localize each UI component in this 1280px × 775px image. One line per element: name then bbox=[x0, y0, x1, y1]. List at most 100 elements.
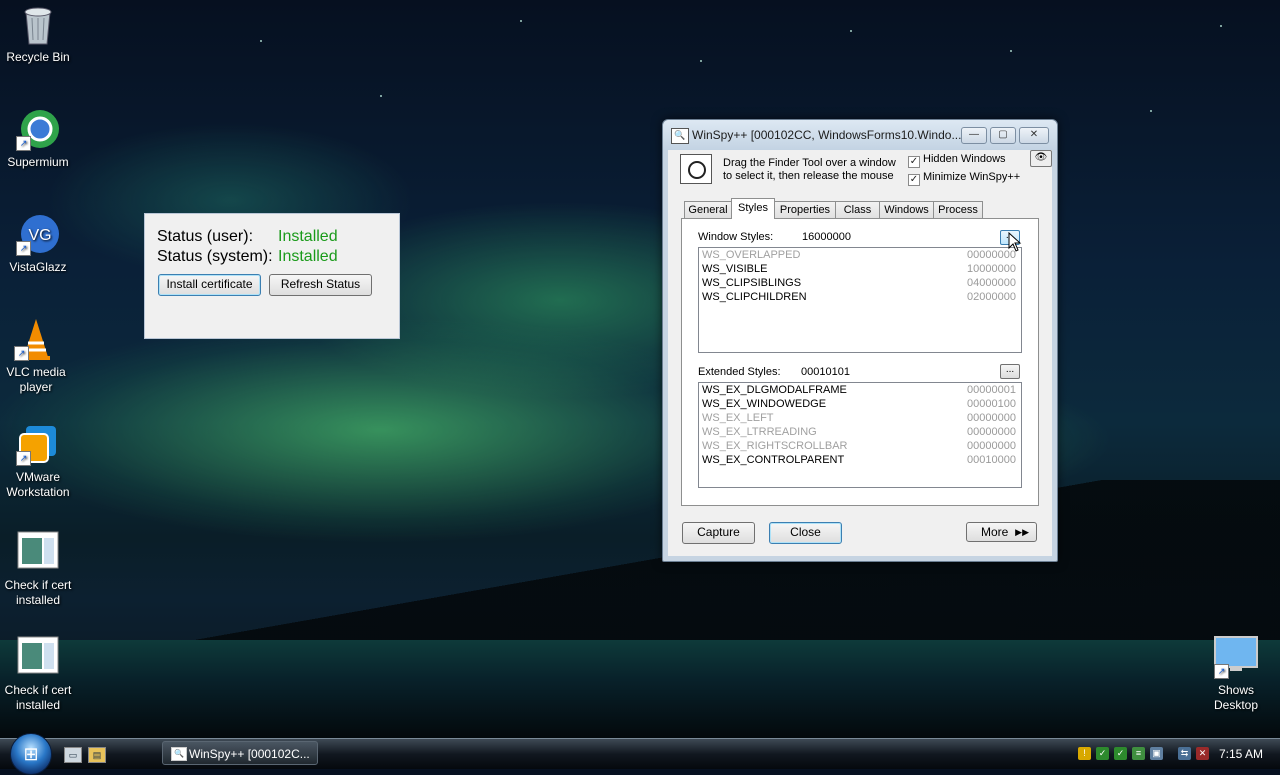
minimize-winspy-label: Minimize WinSpy++ bbox=[923, 171, 1021, 183]
shortcut-arrow-icon: ↗ bbox=[16, 451, 31, 466]
style-name: WS_VISIBLE bbox=[702, 263, 768, 275]
capture-button[interactable]: Capture bbox=[682, 522, 755, 544]
network-status-icon[interactable]: ✓ bbox=[1114, 747, 1127, 760]
volume-muted-icon[interactable]: ✕ bbox=[1196, 747, 1209, 760]
show-desktop-icon: ↗ bbox=[1214, 635, 1258, 679]
hidden-windows-label: Hidden Windows bbox=[923, 153, 1006, 165]
maximize-button[interactable]: ▢ bbox=[990, 127, 1016, 144]
system-status-row: Status (system): Installed bbox=[157, 248, 338, 266]
style-list-item[interactable]: WS_CLIPSIBLINGS 04000000 bbox=[699, 276, 1021, 290]
style-list-item[interactable]: WS_CLIPCHILDREN 02000000 bbox=[699, 290, 1021, 304]
tab-process[interactable]: Process bbox=[933, 201, 983, 218]
extended-styles-edit-button[interactable]: ... bbox=[1000, 364, 1020, 379]
minimize-winspy-checkbox[interactable]: ✓ Minimize WinSpy++ bbox=[908, 171, 1020, 186]
taskbar-button-label: WinSpy++ [000102C... bbox=[189, 747, 310, 761]
wallpaper-star bbox=[1220, 25, 1222, 27]
user-status-row: Status (user): Installed bbox=[157, 228, 338, 246]
style-list-item[interactable]: WS_EX_LTRREADING 00000000 bbox=[699, 425, 1021, 439]
desktop-icon-label: VMware Workstation bbox=[6, 470, 70, 499]
style-list-item[interactable]: WS_EX_LEFT 00000000 bbox=[699, 411, 1021, 425]
device-icon[interactable]: ▣ bbox=[1150, 747, 1163, 760]
shortcut-arrow-icon: ↗ bbox=[16, 136, 31, 151]
winspy-app-icon: 🔍 bbox=[671, 128, 689, 144]
taskbar: ⊞ ▭ ▤ 🔍 WinSpy++ [000102C... ! ✓ ✓ ≡ ▣ ⇆… bbox=[0, 733, 1280, 775]
desktop-icon-label: Check if cert installed bbox=[4, 683, 72, 712]
shortcut-arrow-icon: ↗ bbox=[1214, 664, 1229, 679]
desktop-icon-check-cert[interactable]: Check if cert installed bbox=[0, 635, 76, 713]
extended-styles-label: Extended Styles: bbox=[698, 366, 781, 378]
eye-icon[interactable]: 👁 bbox=[1030, 150, 1052, 167]
tab-styles[interactable]: Styles bbox=[731, 198, 775, 219]
wallpaper-star bbox=[260, 40, 262, 42]
desktop-icon-supermium[interactable]: ↗ Supermium bbox=[0, 107, 76, 170]
style-list-item[interactable]: WS_EX_RIGHTSCROLLBAR 00000000 bbox=[699, 439, 1021, 453]
security-shield-icon[interactable]: ! bbox=[1078, 747, 1091, 760]
tab-class[interactable]: Class bbox=[835, 201, 880, 218]
style-code: 00000000 bbox=[967, 412, 1016, 424]
desktop-icon-check-cert[interactable]: Check if cert installed bbox=[0, 530, 76, 608]
style-name: WS_EX_DLGMODALFRAME bbox=[702, 384, 847, 396]
taskbar-button-winspy[interactable]: 🔍 WinSpy++ [000102C... bbox=[162, 741, 318, 765]
minimize-button[interactable]: — bbox=[961, 127, 987, 144]
style-code: 04000000 bbox=[967, 277, 1016, 289]
double-chevron-right-icon: ▶▶ bbox=[1015, 527, 1029, 537]
close-window-button[interactable]: ✕ bbox=[1019, 127, 1049, 144]
system-status-label: Status (system): bbox=[157, 248, 273, 265]
desktop-icon-label: VistaGlazz bbox=[9, 260, 67, 274]
system-status-value: Installed bbox=[278, 248, 338, 265]
desktop-icon-vlc[interactable]: ↗ VLC media player bbox=[0, 317, 72, 395]
winspy-app-icon: 🔍 bbox=[171, 747, 187, 761]
network-icon[interactable]: ⇆ bbox=[1178, 747, 1191, 760]
show-desktop-quicklaunch-icon[interactable]: ▭ bbox=[64, 747, 82, 763]
update-icon[interactable]: ✓ bbox=[1096, 747, 1109, 760]
style-list-item[interactable]: WS_VISIBLE 10000000 bbox=[699, 262, 1021, 276]
style-name: WS_OVERLAPPED bbox=[702, 249, 801, 261]
finder-tool-icon[interactable] bbox=[680, 154, 712, 184]
hidden-windows-checkbox[interactable]: ✓ Hidden Windows bbox=[908, 153, 1006, 168]
title-bar[interactable]: 🔍 WinSpy++ [000102CC, WindowsForms10.Win… bbox=[663, 120, 1057, 150]
desktop-icon-shows-desktop[interactable]: ↗ Shows Desktop bbox=[1198, 635, 1274, 713]
start-button[interactable]: ⊞ bbox=[10, 733, 52, 775]
tab-properties[interactable]: Properties bbox=[774, 201, 836, 218]
window-styles-label: Window Styles: bbox=[698, 231, 774, 243]
refresh-status-button[interactable]: Refresh Status bbox=[269, 274, 372, 296]
desktop-icon-vistaglazz[interactable]: VG ↗ VistaGlazz bbox=[0, 212, 76, 275]
style-name: WS_EX_WINDOWEDGE bbox=[702, 398, 827, 410]
more-button[interactable]: More ▶▶ bbox=[966, 522, 1037, 542]
styles-tab-panel: Window Styles: 16000000 ... WS_OVERLAPPE… bbox=[681, 218, 1039, 506]
style-list-item[interactable]: WS_OVERLAPPED 00000000 bbox=[699, 248, 1021, 262]
style-list-item[interactable]: WS_EX_DLGMODALFRAME 00000001 bbox=[699, 383, 1021, 397]
sync-icon[interactable]: ≡ bbox=[1132, 747, 1145, 760]
supermium-icon: ↗ bbox=[16, 107, 60, 151]
extended-styles-list[interactable]: WS_EX_DLGMODALFRAME 00000001 WS_EX_WINDOWE… bbox=[698, 382, 1022, 488]
cert-status-window: Status (user): Installed Status (system):… bbox=[144, 213, 400, 339]
window-styles-list[interactable]: WS_OVERLAPPED 00000000 WS_VISIBLE 10000000 W… bbox=[698, 247, 1022, 353]
taskbar-clock[interactable]: 7:15 AM bbox=[1219, 739, 1263, 769]
desktop-icon-label: Recycle Bin bbox=[6, 50, 70, 64]
checkbox-check-icon: ✓ bbox=[908, 156, 920, 168]
style-code: 02000000 bbox=[967, 291, 1016, 303]
svg-text:VG: VG bbox=[28, 227, 51, 244]
window-title: WinSpy++ [000102CC, WindowsForms10.Windo… bbox=[692, 128, 962, 142]
vmware-icon: ↗ bbox=[16, 422, 60, 466]
style-list-item[interactable]: WS_EX_CONTROLPARENT 00010000 bbox=[699, 453, 1021, 467]
more-button-label: More bbox=[981, 525, 1009, 539]
explorer-quicklaunch-icon[interactable]: ▤ bbox=[88, 747, 106, 763]
desktop-icon-recycle-bin[interactable]: Recycle Bin bbox=[0, 2, 76, 65]
tab-windows[interactable]: Windows bbox=[879, 201, 934, 218]
style-code: 00000000 bbox=[967, 426, 1016, 438]
install-certificate-button[interactable]: Install certificate bbox=[158, 274, 261, 296]
style-code: 10000000 bbox=[967, 263, 1016, 275]
style-list-item[interactable]: WS_EX_WINDOWEDGE 00000100 bbox=[699, 397, 1021, 411]
desktop-icon-vmware[interactable]: ↗ VMware Workstation bbox=[0, 422, 76, 500]
vlc-icon: ↗ bbox=[14, 317, 58, 361]
tab-general[interactable]: General bbox=[684, 201, 732, 218]
close-button[interactable]: Close bbox=[769, 522, 842, 544]
finder-instructions: Drag the Finder Tool over a window to se… bbox=[723, 157, 896, 182]
wallpaper-star bbox=[520, 20, 522, 22]
vistaglazz-icon: VG ↗ bbox=[16, 212, 60, 256]
shortcut-arrow-icon: ↗ bbox=[14, 346, 29, 361]
style-code: 00010000 bbox=[967, 454, 1016, 466]
mouse-cursor-icon bbox=[1008, 232, 1022, 252]
user-status-label: Status (user): bbox=[157, 228, 254, 245]
